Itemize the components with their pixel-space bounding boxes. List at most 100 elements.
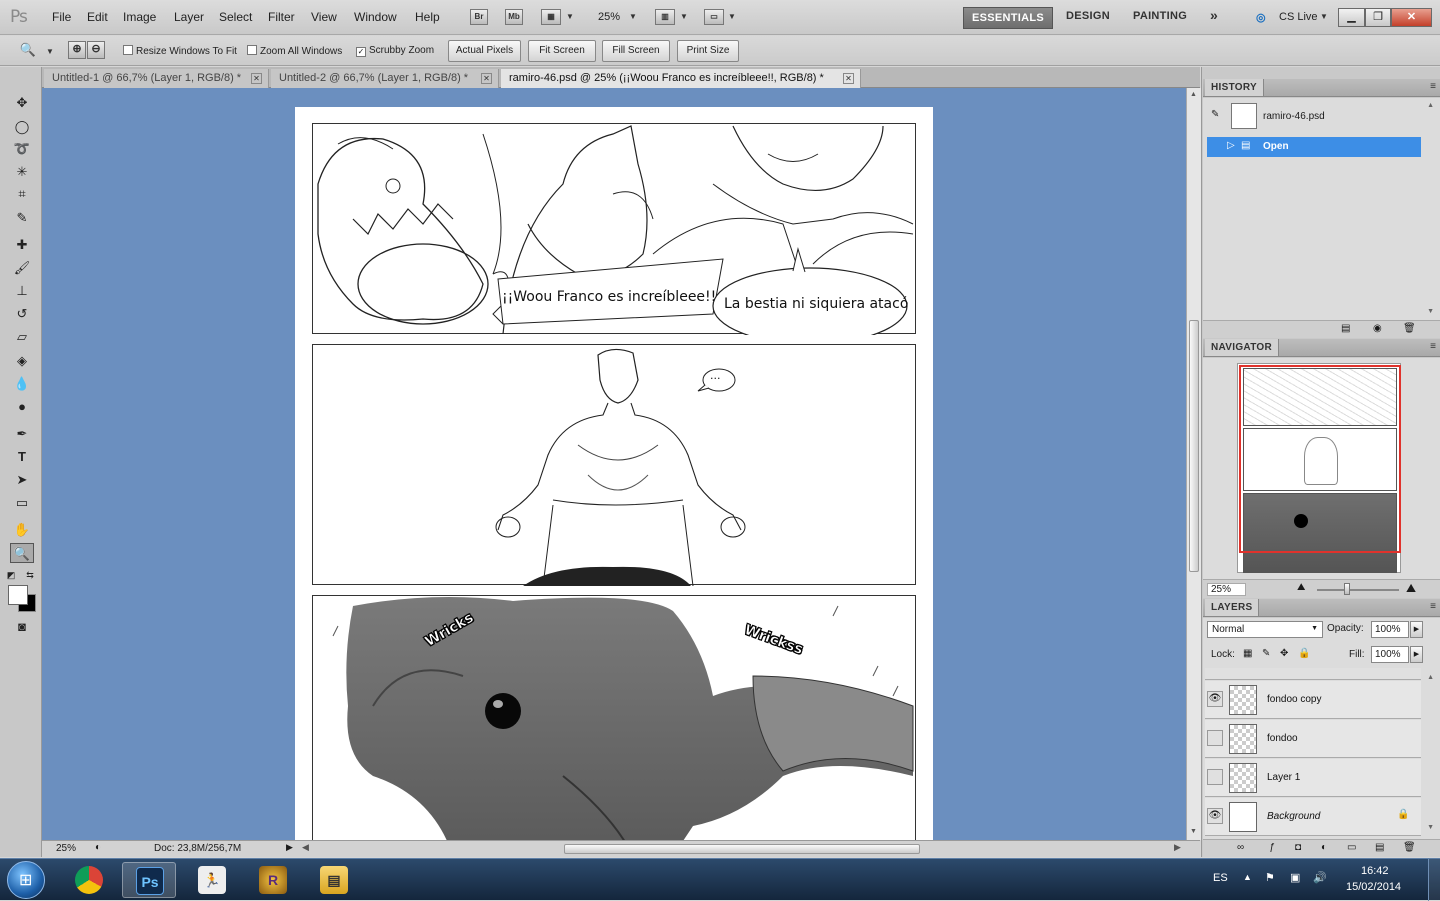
history-brush-source-icon[interactable]: ✎ bbox=[1211, 109, 1219, 120]
chevron-down-icon[interactable]: ▼ bbox=[728, 12, 736, 21]
chevron-down-icon[interactable]: ▼ bbox=[629, 12, 637, 21]
new-document-from-state-icon[interactable]: ▤ bbox=[1341, 323, 1350, 334]
pen-tool-icon[interactable]: ✒ bbox=[10, 424, 34, 444]
taskbar-photoshop[interactable]: Ps bbox=[122, 862, 176, 898]
network-icon[interactable]: ▣ bbox=[1290, 871, 1300, 884]
clone-stamp-icon[interactable]: ⊥ bbox=[10, 281, 34, 301]
navigator-zoom-field[interactable]: 25% bbox=[1207, 583, 1247, 596]
menu-help[interactable]: Help bbox=[415, 10, 440, 24]
history-brush-icon[interactable]: ↺ bbox=[10, 304, 34, 324]
layer-row-fondoo[interactable]: fondoo bbox=[1205, 720, 1421, 758]
restore-button[interactable]: ❐ bbox=[1365, 8, 1391, 27]
print-size-button[interactable]: Print Size bbox=[677, 40, 739, 62]
lock-position-icon[interactable]: ✥ bbox=[1280, 648, 1288, 659]
layer-visibility-eye-icon[interactable]: 👁 bbox=[1207, 691, 1223, 707]
scroll-down-icon[interactable]: ▼ bbox=[1427, 308, 1434, 315]
quick-selection-icon[interactable]: ✳ bbox=[10, 162, 34, 182]
foreground-color-swatch[interactable] bbox=[8, 585, 28, 605]
view-extras-icon[interactable]: ▦ bbox=[541, 9, 561, 25]
zoom-slider-track[interactable] bbox=[1317, 589, 1399, 591]
cs-live-menu[interactable]: CS Live bbox=[1279, 11, 1318, 23]
tab-untitled-1[interactable]: Untitled-1 @ 66,7% (Layer 1, RGB/8) * ✕ bbox=[44, 69, 269, 88]
panel-menu-icon[interactable]: ≡ bbox=[1430, 601, 1436, 612]
menu-select[interactable]: Select bbox=[219, 10, 252, 24]
opacity-field[interactable]: 100% bbox=[1371, 621, 1409, 638]
vertical-scroll-thumb[interactable] bbox=[1189, 320, 1199, 572]
quick-mask-icon[interactable]: ◙ bbox=[10, 617, 34, 637]
history-tab[interactable]: HISTORY bbox=[1205, 79, 1264, 96]
zoom-tool-preset-icon[interactable]: 🔍 bbox=[16, 40, 40, 60]
chevron-down-icon[interactable]: ▼ bbox=[566, 12, 574, 21]
navigator-tab[interactable]: NAVIGATOR bbox=[1205, 339, 1280, 356]
paint-bucket-icon[interactable]: ◈ bbox=[10, 351, 34, 371]
chevron-down-icon[interactable]: ▼ bbox=[46, 47, 54, 56]
fit-screen-button[interactable]: Fit Screen bbox=[528, 40, 596, 62]
action-center-icon[interactable]: ⚑ bbox=[1265, 871, 1275, 884]
dodge-tool-icon[interactable]: ● bbox=[10, 397, 34, 417]
taskbar-app-4[interactable]: R bbox=[246, 862, 300, 898]
type-tool-icon[interactable]: T bbox=[10, 447, 34, 467]
zoom-out-mountain-icon[interactable]: ⛰ bbox=[1297, 582, 1305, 593]
close-icon[interactable]: ✕ bbox=[481, 73, 492, 84]
close-icon[interactable]: ✕ bbox=[843, 73, 854, 84]
crop-tool-icon[interactable]: ⌗ bbox=[10, 184, 34, 204]
menu-window[interactable]: Window bbox=[354, 10, 397, 24]
new-snapshot-icon[interactable]: ◉ bbox=[1373, 323, 1382, 334]
link-layers-icon[interactable]: ∞ bbox=[1237, 842, 1244, 853]
navigator-thumbnail[interactable] bbox=[1237, 363, 1401, 573]
status-zoom[interactable]: 25% bbox=[56, 843, 76, 854]
path-selection-icon[interactable]: ➤ bbox=[10, 470, 34, 490]
start-button[interactable]: ⊞ bbox=[7, 861, 45, 899]
canvas-area[interactable]: ¡¡Woou Franco es increíbleee!! La bestia… bbox=[42, 88, 1186, 840]
document-page[interactable]: ¡¡Woou Franco es increíbleee!! La bestia… bbox=[295, 107, 933, 840]
workspace-design[interactable]: DESIGN bbox=[1066, 10, 1110, 22]
lock-image-icon[interactable]: ✎ bbox=[1262, 648, 1270, 659]
scroll-up-icon[interactable]: ▲ bbox=[1427, 674, 1434, 681]
layers-tab[interactable]: LAYERS bbox=[1205, 599, 1260, 616]
fill-screen-button[interactable]: Fill Screen bbox=[602, 40, 670, 62]
arrange-documents-icon[interactable]: ▥ bbox=[655, 9, 675, 25]
healing-brush-icon[interactable]: ✚ bbox=[10, 235, 34, 255]
scroll-down-icon[interactable]: ▼ bbox=[1427, 824, 1434, 831]
swap-colors-icon[interactable]: ⇆ bbox=[24, 565, 36, 585]
history-state-open[interactable]: ▷ ▤ Open bbox=[1207, 137, 1421, 157]
fill-arrow-icon[interactable]: ▶ bbox=[1410, 646, 1423, 663]
layer-row-fondoo-copy[interactable]: 👁 fondoo copy bbox=[1205, 681, 1421, 719]
scroll-up-icon[interactable]: ▲ bbox=[1190, 91, 1197, 98]
zoom-in-icon[interactable]: ⊕ bbox=[68, 41, 86, 59]
taskbar-chrome[interactable] bbox=[62, 862, 116, 898]
zoom-in-mountain-icon[interactable]: ⛰ bbox=[1406, 581, 1416, 596]
layer-row-background[interactable]: 👁 Background 🔒 bbox=[1205, 798, 1421, 836]
status-icon[interactable]: ◐ bbox=[95, 842, 101, 853]
move-tool-icon[interactable]: ✥ bbox=[10, 93, 34, 113]
zoom-tool-icon[interactable]: 🔍 bbox=[10, 543, 34, 563]
zoom-slider-handle[interactable] bbox=[1344, 583, 1350, 595]
fill-field[interactable]: 100% bbox=[1371, 646, 1409, 663]
mini-bridge-button[interactable]: Mb bbox=[505, 9, 523, 25]
new-group-icon[interactable]: ▭ bbox=[1347, 842, 1356, 853]
trash-icon[interactable]: 🗑 bbox=[1403, 323, 1416, 334]
menu-edit[interactable]: Edit bbox=[87, 10, 108, 24]
opacity-arrow-icon[interactable]: ▶ bbox=[1410, 621, 1423, 638]
close-button[interactable]: ✕ bbox=[1391, 8, 1432, 27]
language-indicator[interactable]: ES bbox=[1213, 872, 1228, 884]
bridge-button[interactable]: Br bbox=[470, 9, 488, 25]
menu-filter[interactable]: Filter bbox=[268, 10, 295, 24]
new-layer-icon[interactable]: ▤ bbox=[1375, 842, 1384, 853]
tray-expand-icon[interactable]: ▲ bbox=[1243, 872, 1252, 882]
blur-tool-icon[interactable]: 💧 bbox=[10, 374, 34, 394]
menu-view[interactable]: View bbox=[311, 10, 337, 24]
trash-icon[interactable]: 🗑 bbox=[1403, 842, 1416, 853]
panel-menu-icon[interactable]: ≡ bbox=[1430, 81, 1436, 92]
status-menu-arrow-icon[interactable]: ▶ bbox=[286, 842, 293, 853]
tab-untitled-2[interactable]: Untitled-2 @ 66,7% (Layer 1, RGB/8) * ✕ bbox=[271, 69, 499, 88]
workspace-painting[interactable]: PAINTING bbox=[1133, 10, 1187, 22]
clock-date[interactable]: 15/02/2014 bbox=[1346, 881, 1401, 893]
eraser-tool-icon[interactable]: ▱ bbox=[10, 327, 34, 347]
hand-tool-icon[interactable]: ✋ bbox=[10, 520, 34, 540]
navigator-view-box[interactable] bbox=[1239, 365, 1401, 553]
horizontal-scroll-thumb[interactable] bbox=[564, 844, 920, 854]
default-colors-icon[interactable]: ◩ bbox=[6, 565, 16, 585]
chevron-down-icon[interactable]: ▼ bbox=[1320, 12, 1328, 21]
lock-all-icon[interactable]: 🔒 bbox=[1298, 648, 1310, 659]
